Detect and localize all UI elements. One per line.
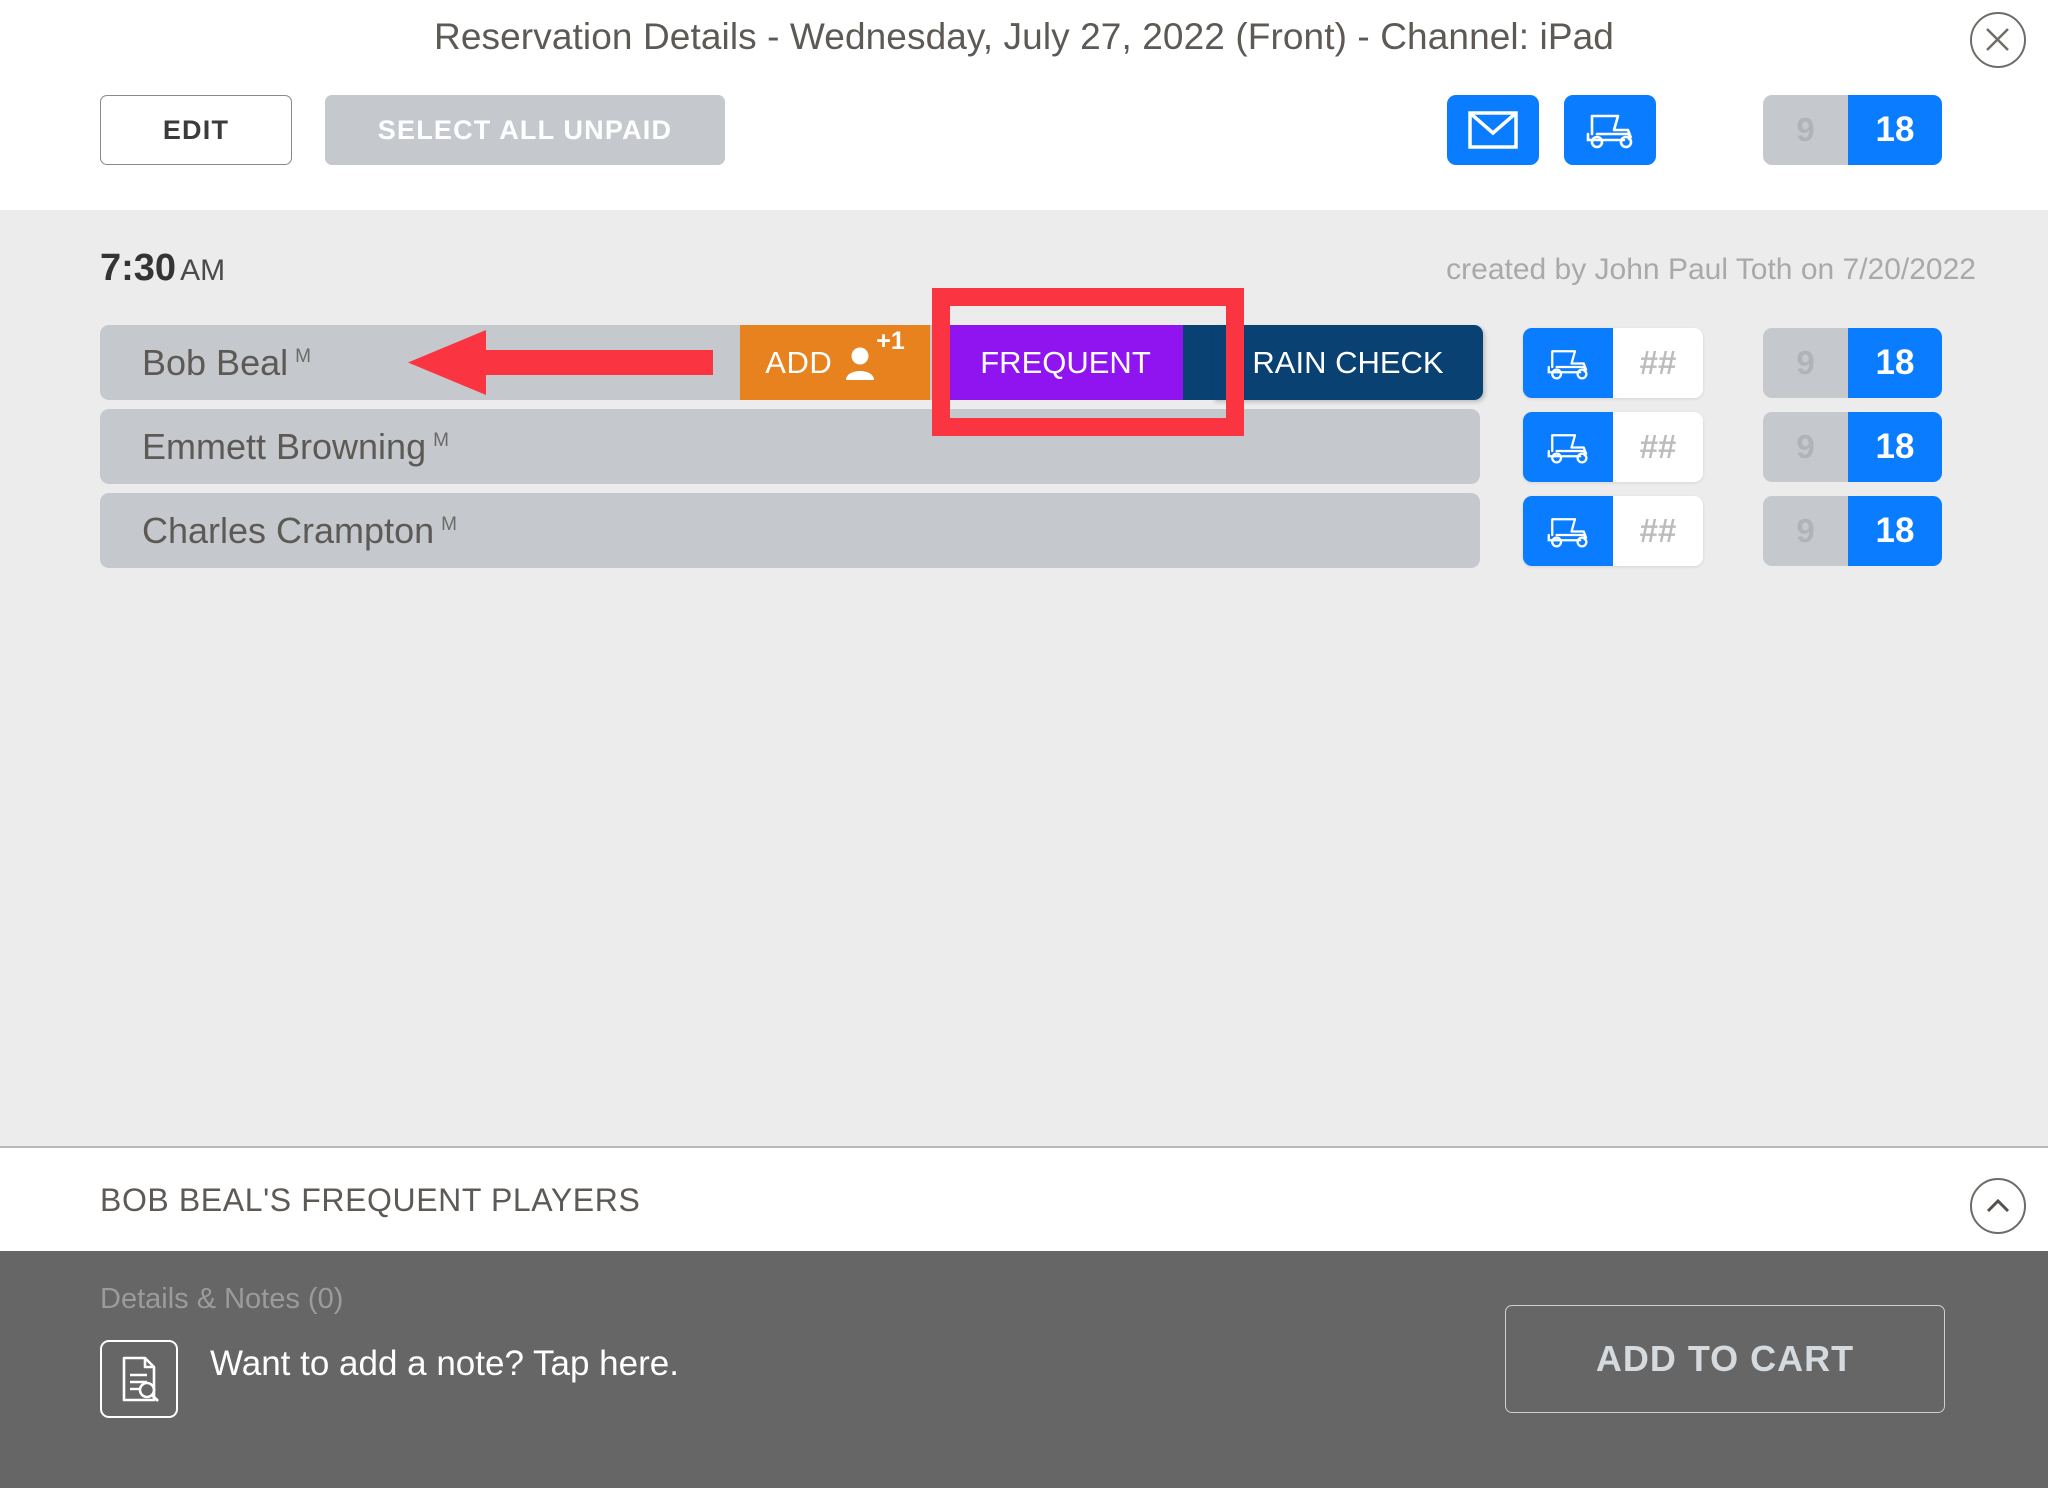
tee-time-value: 7:30 [100, 247, 177, 289]
holes-toggle-row-2[interactable]: 9 18 [1763, 412, 1942, 482]
cart-icon-button[interactable] [1523, 412, 1613, 482]
details-notes-label: Details & Notes (0) [100, 1283, 344, 1315]
cart-number-input[interactable]: ## [1613, 328, 1703, 398]
table-row[interactable]: Emmett Browning M [100, 409, 1480, 484]
table-row[interactable]: Charles Crampton M [100, 493, 1480, 568]
player-badge: M [433, 429, 449, 451]
holes-option-18[interactable]: 18 [1848, 496, 1942, 566]
add-player-plus-one: +1 [876, 327, 905, 355]
player-badge: M [441, 513, 457, 535]
holes-toggle-header[interactable]: 9 18 [1763, 95, 1942, 165]
email-button[interactable] [1447, 95, 1539, 165]
player-name: Charles Crampton M [142, 510, 457, 552]
collapse-section-button[interactable] [1970, 1178, 2026, 1234]
player-name: Emmett Browning M [142, 426, 449, 468]
cart-assign-button[interactable] [1564, 95, 1656, 165]
cart-icon-button[interactable] [1523, 496, 1613, 566]
select-all-unpaid-button[interactable]: SELECT ALL UNPAID [325, 95, 725, 165]
holes-toggle-row-3[interactable]: 9 18 [1763, 496, 1942, 566]
close-button[interactable] [1970, 12, 2026, 68]
holes-option-9[interactable]: 9 [1763, 412, 1848, 482]
cart-group-row-2[interactable]: ## [1523, 412, 1703, 482]
frequent-players-title: BOB BEAL'S FREQUENT PLAYERS [100, 1182, 641, 1218]
player-name-text: Charles Crampton [142, 509, 435, 551]
player-name-text: Bob Beal [142, 341, 289, 383]
player-name: Bob Beal M [142, 342, 311, 384]
add-note-prompt[interactable]: Want to add a note? Tap here. [210, 1344, 679, 1384]
created-by-text: created by John Paul Toth on 7/20/2022 [1446, 253, 1976, 286]
top-header-bar: Reservation Details - Wednesday, July 27… [0, 0, 2048, 210]
cart-group-row-1[interactable]: ## [1523, 328, 1703, 398]
cart-number-input[interactable]: ## [1613, 496, 1703, 566]
envelope-icon [1468, 111, 1518, 149]
close-icon [1986, 28, 2009, 51]
edit-button[interactable]: EDIT [100, 95, 292, 165]
player-name-text: Emmett Browning [142, 425, 427, 467]
holes-option-18[interactable]: 18 [1848, 412, 1942, 482]
person-icon [845, 346, 875, 380]
holes-toggle-row-1[interactable]: 9 18 [1763, 328, 1942, 398]
tee-time: 7:30 AM [100, 247, 225, 290]
player-badge: M [295, 345, 311, 367]
holes-option-18[interactable]: 18 [1848, 95, 1942, 165]
page-title: Reservation Details - Wednesday, July 27… [434, 16, 1614, 57]
add-note-button[interactable] [100, 1340, 178, 1418]
golf-cart-icon [1547, 349, 1588, 380]
rain-check-underlay [1183, 325, 1217, 400]
cart-number-input[interactable]: ## [1613, 412, 1703, 482]
tee-time-meridiem: AM [180, 254, 226, 287]
rain-check-button[interactable]: RAIN CHECK [1213, 325, 1483, 400]
add-player-button[interactable]: ADD +1 [740, 325, 930, 400]
chevron-up-icon [1986, 1198, 2010, 1213]
holes-option-9[interactable]: 9 [1763, 95, 1848, 165]
cart-group-row-3[interactable]: ## [1523, 496, 1703, 566]
document-search-icon [122, 1356, 159, 1402]
golf-cart-icon [1547, 433, 1588, 464]
holes-option-18[interactable]: 18 [1848, 328, 1942, 398]
add-player-label: ADD [765, 344, 833, 380]
holes-option-9[interactable]: 9 [1763, 328, 1848, 398]
golf-cart-icon [1586, 114, 1633, 149]
cart-icon-button[interactable] [1523, 328, 1613, 398]
holes-option-9[interactable]: 9 [1763, 496, 1848, 566]
golf-cart-icon [1547, 517, 1588, 548]
add-to-cart-button[interactable]: ADD TO CART [1505, 1305, 1945, 1413]
frequent-button[interactable]: FREQUENT [948, 325, 1183, 400]
